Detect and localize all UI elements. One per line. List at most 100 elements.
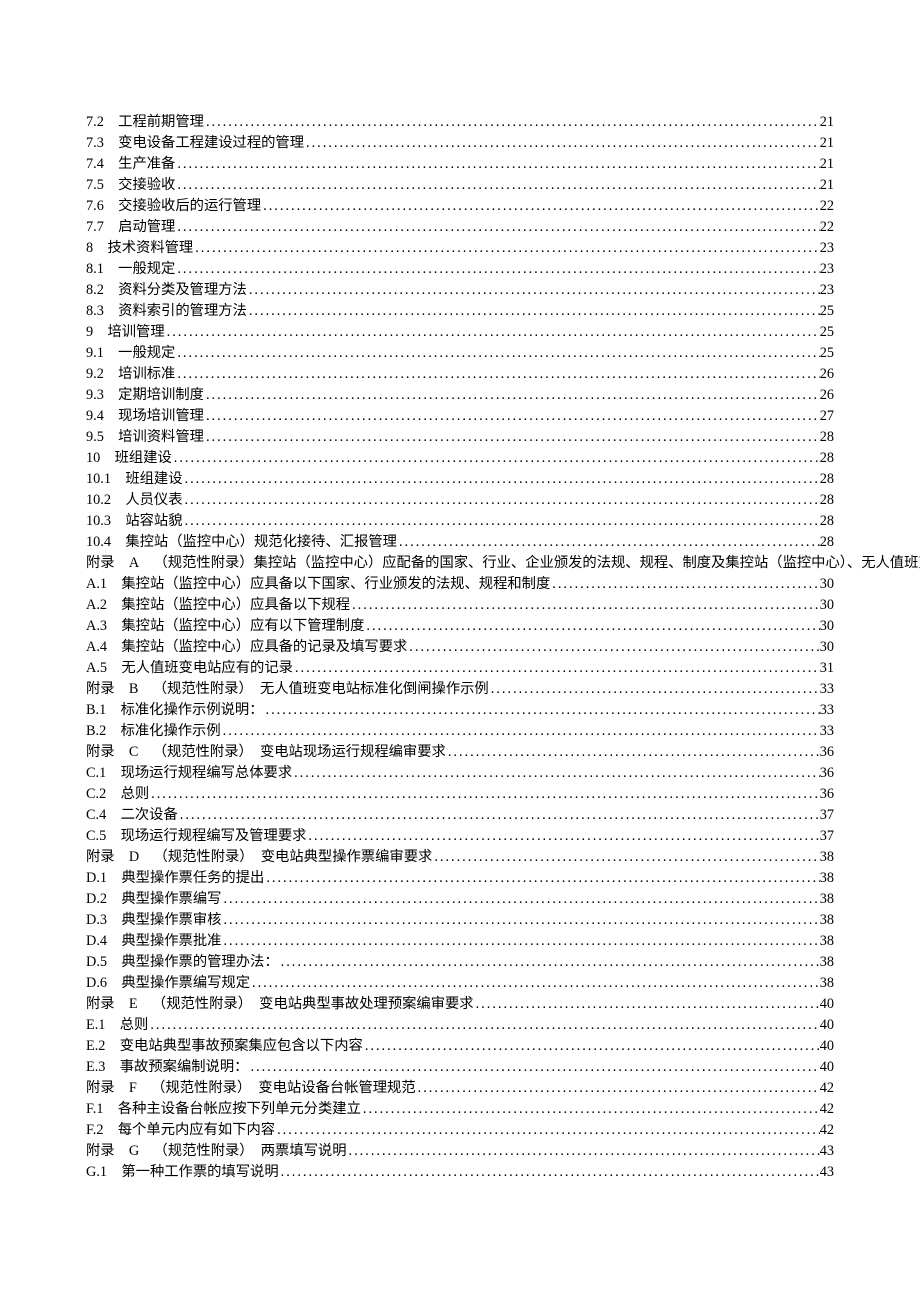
toc-leader-dots <box>247 280 820 301</box>
toc-title: 变电站典型事故预案集应包含以下内容 <box>120 1036 363 1057</box>
toc-leader-dots <box>175 175 819 196</box>
toc-entry: 7.5 交接验收21 <box>86 175 834 196</box>
toc-entry: C.1 现场运行规程编写总体要求36 <box>86 763 834 784</box>
toc-page-number: 28 <box>820 427 834 448</box>
toc-number: B.2 <box>86 721 106 742</box>
toc-title: 培训资料管理 <box>118 427 204 448</box>
toc-title: 交接验收后的运行管理 <box>118 196 261 217</box>
toc-leader-dots <box>306 826 819 847</box>
toc-number: 附录 B <box>86 679 138 700</box>
toc-number: 10.3 <box>86 511 111 532</box>
toc-page-number: 33 <box>820 721 834 742</box>
toc-page-number: 30 <box>820 595 834 616</box>
toc-number: A.2 <box>86 595 107 616</box>
toc-number: 附录 A <box>86 553 139 574</box>
toc-title: 典型操作票审核 <box>121 910 221 931</box>
toc-title: 典型操作票任务的提出 <box>121 868 264 889</box>
document-page: 7.2 工程前期管理217.3 变电设备工程建设过程的管理217.4 生产准备2… <box>0 0 920 1302</box>
toc-number: C.5 <box>86 826 106 847</box>
toc-page-number: 28 <box>820 511 834 532</box>
toc-title: 二次设备 <box>121 805 178 826</box>
toc-page-number: 36 <box>820 742 834 763</box>
toc-page-number: 25 <box>820 343 834 364</box>
toc-leader-dots <box>221 910 819 931</box>
toc-page-number: 21 <box>820 133 834 154</box>
toc-page-number: 36 <box>820 763 834 784</box>
toc-title: （规范性附录） 变电站典型事故处理预案编审要求 <box>152 994 474 1015</box>
toc-entry: E.3 事故预案编制说明：40 <box>86 1057 834 1078</box>
table-of-contents: 7.2 工程前期管理217.3 变电设备工程建设过程的管理217.4 生产准备2… <box>86 112 834 1183</box>
toc-entry: 附录 C （规范性附录） 变电站现场运行规程编审要求36 <box>86 742 834 763</box>
toc-title: 培训标准 <box>118 364 175 385</box>
toc-leader-dots <box>204 427 820 448</box>
toc-page-number: 38 <box>820 973 834 994</box>
toc-title: 事故预案编制说明： <box>120 1057 249 1078</box>
toc-leader-dots <box>221 721 820 742</box>
toc-number: 7.6 <box>86 196 104 217</box>
toc-page-number: 38 <box>820 931 834 952</box>
toc-title: 培训管理 <box>107 322 164 343</box>
toc-leader-dots <box>247 301 820 322</box>
toc-title: 集控站（监控中心）应具备以下国家、行业颁发的法规、规程和制度 <box>121 574 550 595</box>
toc-leader-dots <box>364 616 819 637</box>
toc-leader-dots <box>446 742 820 763</box>
toc-title: 每个单元内应有如下内容 <box>118 1120 275 1141</box>
toc-leader-dots <box>397 532 820 553</box>
toc-entry: 10 班组建设28 <box>86 448 834 469</box>
toc-title: （规范性附录） 变电站设备台帐管理规范 <box>151 1078 416 1099</box>
toc-entry: F.2 每个单元内应有如下内容42 <box>86 1120 834 1141</box>
toc-page-number: 21 <box>820 175 834 196</box>
toc-entry: 7.3 变电设备工程建设过程的管理21 <box>86 133 834 154</box>
toc-entry: A.2 集控站（监控中心）应具备以下规程 30 <box>86 595 834 616</box>
toc-number: 9 <box>86 322 93 343</box>
toc-leader-dots <box>275 1120 820 1141</box>
toc-entry: 10.1 班组建设28 <box>86 469 834 490</box>
toc-page-number: 42 <box>820 1099 834 1120</box>
toc-page-number: 28 <box>820 469 834 490</box>
toc-number: 8.3 <box>86 301 104 322</box>
toc-title: 资料索引的管理方法 <box>118 301 247 322</box>
toc-number: 附录 F <box>86 1078 137 1099</box>
toc-entry: 8.3 资料索引的管理方法25 <box>86 301 834 322</box>
toc-page-number: 38 <box>820 847 834 868</box>
toc-entry: 10.2 人员仪表28 <box>86 490 834 511</box>
toc-page-number: 37 <box>820 805 834 826</box>
toc-leader-dots <box>350 595 820 616</box>
toc-number: C.4 <box>86 805 106 826</box>
toc-page-number: 27 <box>820 406 834 427</box>
toc-entry: 附录 B （规范性附录） 无人值班变电站标准化倒闸操作示例33 <box>86 679 834 700</box>
toc-entry: D.2 典型操作票编写38 <box>86 889 834 910</box>
toc-leader-dots <box>204 385 820 406</box>
toc-number: D.3 <box>86 910 107 931</box>
toc-title: 交接验收 <box>118 175 175 196</box>
toc-leader-dots <box>279 952 820 973</box>
toc-page-number: 30 <box>820 574 834 595</box>
toc-number: E.2 <box>86 1036 105 1057</box>
toc-page-number: 30 <box>820 616 834 637</box>
toc-title: 现场培训管理 <box>118 406 204 427</box>
toc-leader-dots <box>175 217 819 238</box>
toc-title: 集控站（监控中心）应具备以下规程 <box>121 595 350 616</box>
toc-leader-dots <box>175 154 819 175</box>
toc-number: A.4 <box>86 637 107 658</box>
toc-entry: 10.3 站容站貌28 <box>86 511 834 532</box>
toc-title: （规范性附录）集控站（监控中心）应配备的国家、行业、企业颁发的法规、规程、制度及… <box>154 553 920 574</box>
toc-number: C.1 <box>86 763 106 784</box>
toc-number: D.6 <box>86 973 107 994</box>
toc-page-number: 23 <box>820 280 834 301</box>
toc-leader-dots <box>204 112 820 133</box>
toc-entry: A.3 集控站（监控中心）应有以下管理制度30 <box>86 616 834 637</box>
toc-number: 9.1 <box>86 343 104 364</box>
toc-leader-dots <box>264 868 819 889</box>
toc-page-number: 28 <box>820 448 834 469</box>
toc-title: 无人值班变电站应有的记录 <box>121 658 293 679</box>
toc-title: （规范性附录） 变电站现场运行规程编审要求 <box>153 742 446 763</box>
toc-page-number: 26 <box>820 385 834 406</box>
toc-leader-dots <box>204 406 820 427</box>
toc-entry: 附录 F （规范性附录） 变电站设备台帐管理规范42 <box>86 1078 834 1099</box>
toc-page-number: 40 <box>820 994 834 1015</box>
toc-page-number: 23 <box>820 259 834 280</box>
toc-title: 各种主设备台帐应按下列单元分类建立 <box>118 1099 361 1120</box>
toc-page-number: 23 <box>820 238 834 259</box>
toc-entry: 9.3 定期培训制度26 <box>86 385 834 406</box>
